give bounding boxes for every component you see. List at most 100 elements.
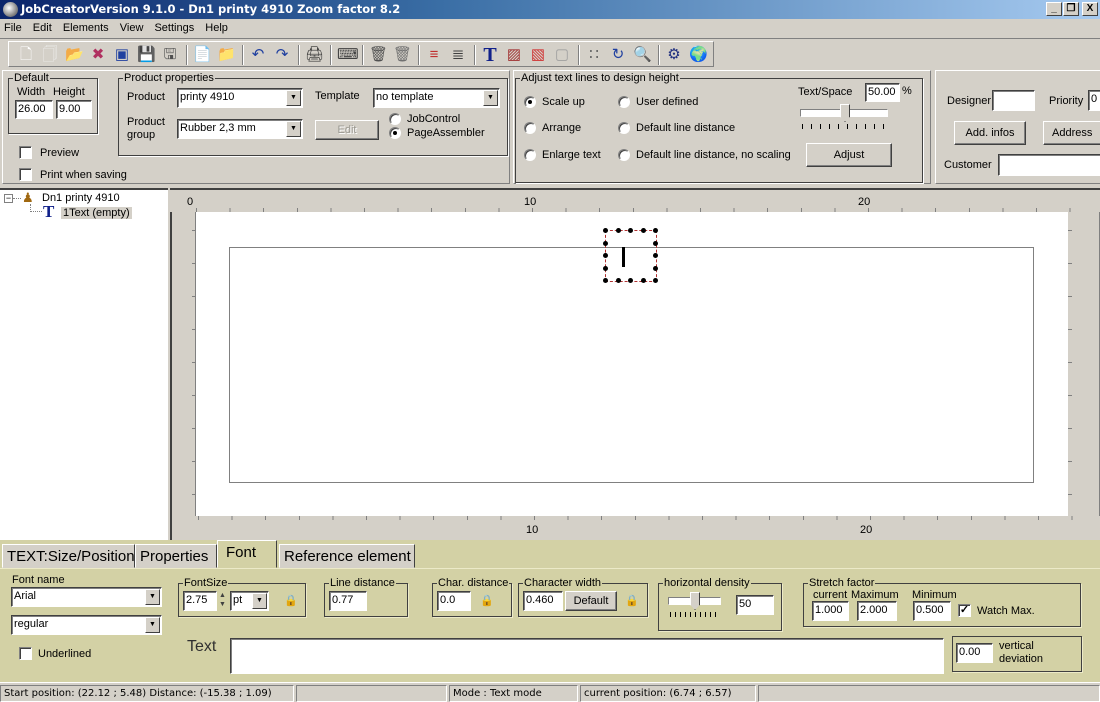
export-icon[interactable]: 📁	[217, 46, 236, 64]
resize-handle[interactable]	[653, 240, 658, 246]
tab-reference-element[interactable]: Reference element	[279, 544, 415, 568]
tab-properties[interactable]: Properties	[135, 544, 217, 568]
graphic-tool-icon[interactable]: ▨	[505, 46, 523, 64]
customer-input[interactable]	[998, 154, 1100, 176]
resize-handle[interactable]	[628, 228, 633, 233]
shape-tool-icon[interactable]: ▧	[529, 46, 547, 64]
user-defined-radio[interactable]	[618, 96, 630, 108]
font-size-input[interactable]: 2.75	[183, 591, 217, 611]
new-copy-icon[interactable]: 🗍	[41, 46, 59, 64]
address-button[interactable]: Address	[1043, 121, 1100, 145]
char-width-input[interactable]: 0.460	[523, 591, 563, 611]
resize-handle[interactable]	[603, 240, 608, 246]
chevron-down-icon[interactable]: ▼	[145, 617, 160, 633]
new-document-icon[interactable]: 🗋	[17, 46, 35, 64]
resize-handle[interactable]	[653, 278, 658, 283]
product-select[interactable]: printy 4910 ▼	[177, 88, 303, 108]
text-input[interactable]	[230, 638, 944, 674]
lock-icon[interactable]: 🔒	[625, 594, 639, 608]
sort-lines-down-icon[interactable]: ≣	[449, 46, 467, 64]
pageassembler-radio[interactable]	[389, 127, 401, 139]
product-group-select[interactable]: Rubber 2,3 mm ▼	[177, 119, 303, 139]
tab-font[interactable]: Font	[217, 540, 277, 568]
height-input[interactable]: 9.00	[56, 100, 92, 119]
import-icon[interactable]: 📄	[193, 46, 212, 64]
text-space-slider-thumb[interactable]	[840, 104, 850, 122]
tree-child-label[interactable]: 1Text (empty)	[61, 207, 132, 219]
designer-input[interactable]	[992, 90, 1035, 111]
menu-edit[interactable]: Edit	[29, 19, 56, 34]
resize-handle[interactable]	[603, 253, 608, 258]
resize-handle[interactable]	[640, 278, 646, 283]
font-name-select[interactable]: Arial ▼	[11, 587, 162, 607]
font-size-spinner[interactable]: ▲ ▼	[217, 591, 228, 611]
resize-handle[interactable]	[628, 278, 633, 283]
minimize-button[interactable]: _	[1046, 2, 1062, 16]
collapse-icon[interactable]: −	[4, 194, 13, 203]
watch-max-checkbox[interactable]: ✓	[958, 604, 971, 617]
lock-icon[interactable]: 🔒	[480, 594, 494, 608]
print-icon[interactable]: 🖨	[305, 46, 324, 64]
chevron-down-icon[interactable]: ▼	[286, 121, 301, 137]
lock-icon[interactable]: 🔒	[284, 594, 298, 608]
chevron-down-icon[interactable]: ▼	[252, 593, 267, 609]
keyboard-icon[interactable]: ⌨	[337, 46, 359, 64]
scale-up-radio[interactable]	[524, 96, 536, 108]
resize-handle[interactable]	[653, 265, 658, 271]
resize-handle[interactable]	[603, 265, 608, 271]
zoom-icon[interactable]: 🔍	[633, 46, 652, 64]
resize-handle[interactable]	[653, 228, 658, 233]
vertical-deviation-input[interactable]: 0.00	[956, 643, 993, 663]
enlarge-text-radio[interactable]	[524, 149, 536, 161]
font-style-select[interactable]: regular ▼	[11, 615, 162, 635]
shape-disabled-icon[interactable]: ▢	[553, 46, 571, 64]
menu-view[interactable]: View	[116, 19, 148, 34]
template-select[interactable]: no template ▼	[373, 88, 500, 108]
stretch-current-input[interactable]: 1.000	[812, 601, 849, 621]
close-layout-icon[interactable]: ✖	[89, 46, 107, 64]
resize-handle[interactable]	[603, 278, 608, 283]
sort-lines-icon[interactable]: ≡	[425, 46, 443, 64]
save-as-icon[interactable]: 🖫	[161, 46, 179, 64]
priority-input[interactable]: 0	[1088, 90, 1100, 111]
menu-file[interactable]: File	[0, 19, 26, 34]
delete-all-icon[interactable]: 🗑	[393, 46, 412, 64]
print-when-saving-checkbox[interactable]	[19, 168, 32, 181]
line-distance-input[interactable]: 0.77	[329, 591, 367, 611]
design-canvas[interactable]	[196, 212, 1068, 516]
refresh-icon[interactable]: ↻	[609, 46, 627, 64]
restore-button[interactable]: ❐	[1063, 2, 1079, 16]
chevron-down-icon[interactable]: ▼	[286, 90, 301, 106]
resize-handle[interactable]	[615, 278, 621, 283]
horizontal-density-input[interactable]: 50	[736, 595, 774, 615]
default-line-distance-no-scaling-radio[interactable]	[618, 149, 630, 161]
default-button[interactable]: Default	[565, 591, 617, 611]
menu-help[interactable]: Help	[201, 19, 232, 34]
arrange-radio[interactable]	[524, 122, 536, 134]
layout-icon[interactable]: ▣	[113, 46, 131, 64]
resize-handle[interactable]	[640, 228, 646, 233]
menu-elements[interactable]: Elements	[59, 19, 113, 34]
save-icon[interactable]: 💾	[137, 46, 156, 64]
delete-icon[interactable]: 🗑	[369, 46, 388, 64]
grid-icon[interactable]: ∷	[585, 46, 603, 64]
resize-handle[interactable]	[653, 253, 658, 258]
menu-settings[interactable]: Settings	[150, 19, 198, 34]
text-tool-icon[interactable]: T	[481, 45, 499, 65]
horizontal-density-slider-thumb[interactable]	[690, 592, 700, 610]
preview-checkbox[interactable]	[19, 146, 32, 159]
chevron-down-icon[interactable]: ▼	[483, 90, 498, 106]
close-button[interactable]: X	[1082, 2, 1098, 16]
resize-handle[interactable]	[615, 228, 621, 233]
settings-gear-icon[interactable]: ⚙	[665, 46, 683, 64]
add-infos-button[interactable]: Add. infos	[954, 121, 1026, 145]
underlined-checkbox[interactable]	[19, 647, 32, 660]
default-line-distance-radio[interactable]	[618, 122, 630, 134]
text-space-input[interactable]: 50.00	[865, 83, 900, 102]
tab-size-position[interactable]: TEXT:Size/Position	[2, 544, 135, 568]
font-size-unit-select[interactable]: pt ▼	[230, 591, 269, 611]
char-distance-input[interactable]: 0.0	[437, 591, 471, 611]
adjust-button[interactable]: Adjust	[806, 143, 892, 167]
stretch-maximum-input[interactable]: 2.000	[857, 601, 897, 621]
globe-icon[interactable]: 🌍	[689, 46, 708, 64]
